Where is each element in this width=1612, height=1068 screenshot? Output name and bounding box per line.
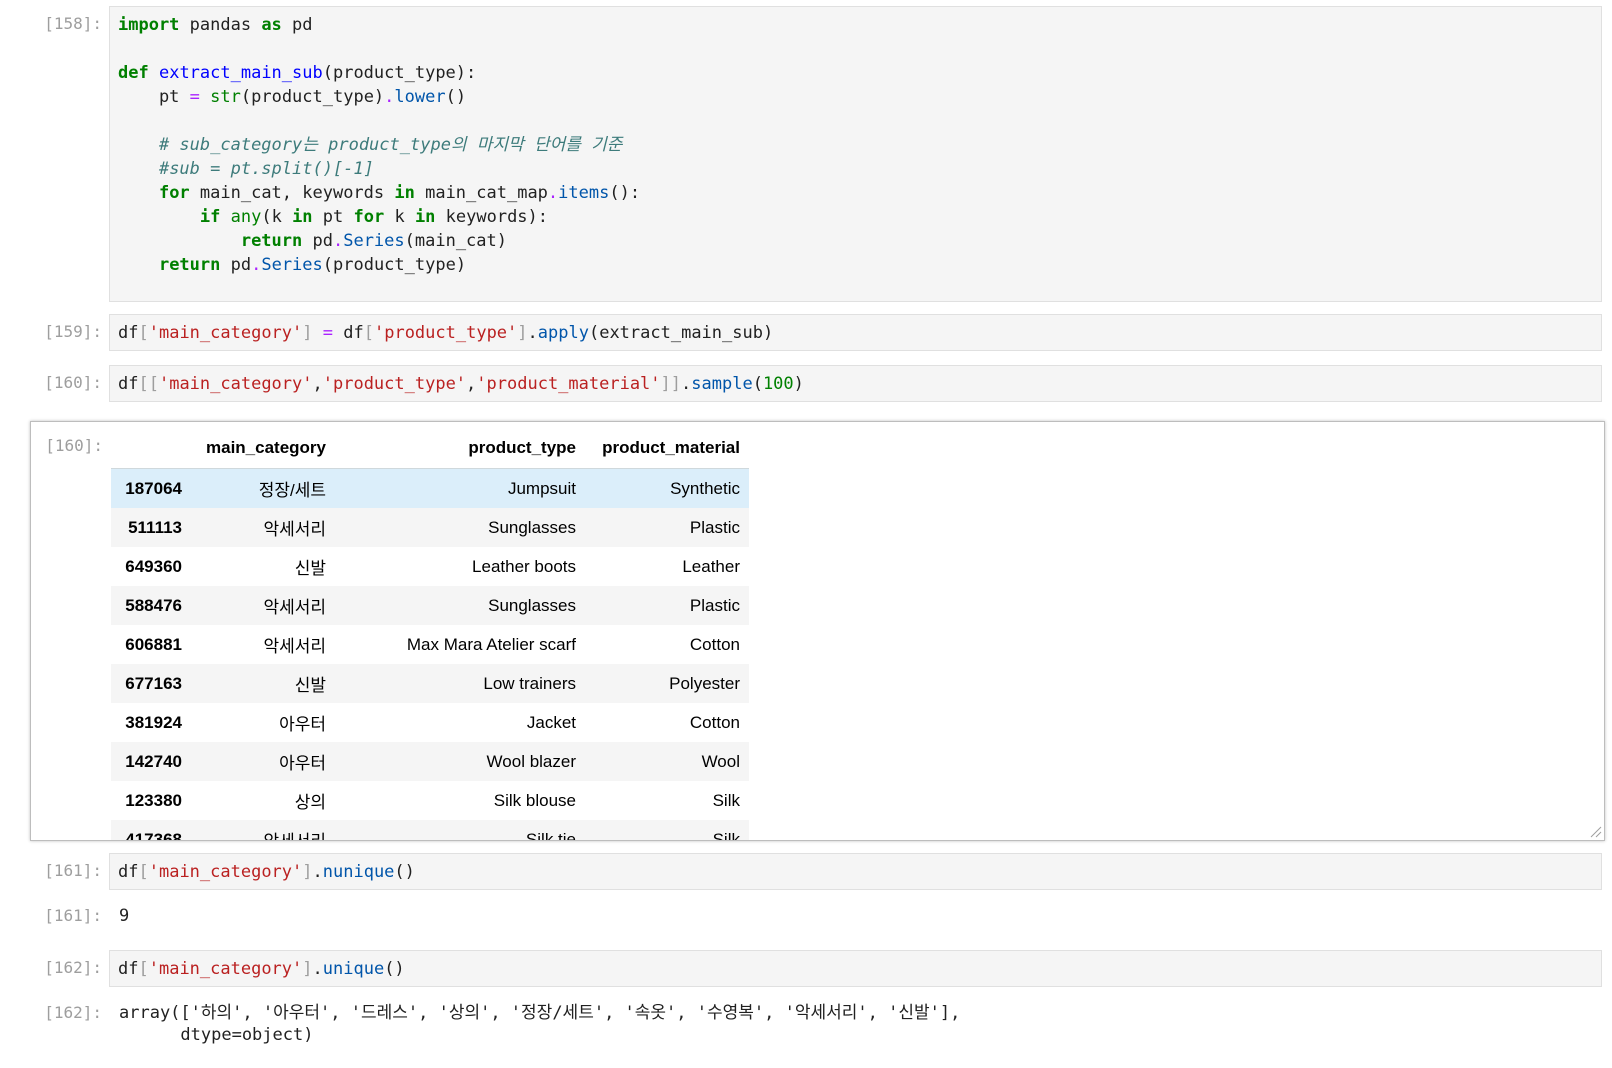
cell: Silk	[712, 829, 740, 841]
cell: 악세서리	[263, 598, 326, 617]
output-text-161: 9	[119, 906, 130, 926]
row-index: 381924	[125, 712, 182, 732]
cell: Wool	[701, 751, 740, 771]
cell: Silk tie	[525, 829, 576, 841]
row-index: 417368	[125, 829, 182, 841]
code-cell-161[interactable]: df['main_category'].nunique()	[109, 853, 1602, 890]
cell: 아우터	[279, 754, 326, 773]
table-row[interactable]: 123380 상의 Silk blouse Silk	[111, 781, 749, 820]
table-row[interactable]: 677163 신발 Low trainers Polyester	[111, 664, 749, 703]
cell: Jacket	[526, 712, 576, 732]
table-header-row: main_category product_type product_mater…	[111, 428, 749, 469]
cell-prompt-161: [161]:	[44, 861, 102, 880]
table-row[interactable]: 511113 악세서리 Sunglasses Plastic	[111, 508, 749, 547]
cell-prompt-158: [158]:	[44, 14, 102, 33]
output-text-162-line2: dtype=object)	[119, 1025, 314, 1045]
row-index: 123380	[125, 790, 182, 810]
cell: Sunglasses	[488, 595, 576, 615]
table-row[interactable]: 381924 아우터 Jacket Cotton	[111, 703, 749, 742]
cell: Cotton	[689, 712, 740, 732]
row-index: 588476	[125, 595, 182, 615]
cell: 아우터	[279, 715, 326, 734]
code-text: df[['main_category','product_type','prod…	[118, 374, 804, 394]
cell: 악세서리	[191, 820, 335, 840]
row-index: 187064	[125, 478, 182, 498]
cell: Leather boots	[472, 556, 576, 576]
table-row[interactable]: 142740 아우터 Wool blazer Wool	[111, 742, 749, 781]
column-header: product_material	[602, 438, 740, 457]
output-text-162-line1: array(['하의', '아우터', '드레스', '상의', '정장/세트'…	[119, 1003, 961, 1023]
code-text: df['main_category'].nunique()	[118, 862, 415, 882]
output-prompt-161: [161]:	[44, 906, 102, 925]
row-index: 142740	[125, 751, 182, 771]
cell: Max Mara Atelier scarf	[406, 634, 576, 654]
dataframe-table: main_category product_type product_mater…	[111, 428, 749, 841]
table-row[interactable]: 606881 악세서리 Max Mara Atelier scarf Cotto…	[111, 625, 749, 664]
code-cell-158[interactable]: import pandas as pd def extract_main_sub…	[109, 6, 1602, 302]
output-area-160[interactable]: [160]: main_category product_type produc…	[30, 421, 1605, 841]
cell: 신발	[294, 559, 326, 578]
resize-handle-icon[interactable]	[1588, 824, 1602, 838]
code-cell-160[interactable]: df[['main_category','product_type','prod…	[109, 365, 1602, 402]
table-row[interactable]: 588476 악세서리 Sunglasses Plastic	[111, 586, 749, 625]
cell: Plastic	[689, 517, 740, 537]
cell: Cotton	[689, 634, 740, 654]
code-text: df['main_category'].unique()	[118, 959, 405, 979]
cell-prompt-159: [159]:	[44, 322, 102, 341]
cell-prompt-162: [162]:	[44, 958, 102, 977]
row-index: 511113	[128, 517, 182, 537]
cell: 악세서리	[263, 520, 326, 539]
cell: 신발	[294, 676, 326, 695]
cell: 악세서리	[263, 637, 326, 656]
cell: 상의	[294, 793, 326, 812]
cell: Low trainers	[483, 673, 576, 693]
cell: Plastic	[689, 595, 740, 615]
cell: Silk blouse	[493, 790, 576, 810]
row-index: 677163	[125, 673, 182, 693]
index-header	[111, 428, 191, 469]
row-index: 649360	[125, 556, 182, 576]
code-text: df['main_category'] = df['product_type']…	[118, 323, 774, 343]
table-row[interactable]: 187064 정장/세트 Jumpsuit Synthetic	[111, 468, 749, 508]
code-cell-162[interactable]: df['main_category'].unique()	[109, 950, 1602, 987]
code-cell-159[interactable]: df['main_category'] = df['product_type']…	[109, 314, 1602, 351]
output-prompt-162: [162]:	[44, 1003, 102, 1022]
cell: Silk	[712, 790, 740, 810]
cell-prompt-160: [160]:	[44, 373, 102, 392]
column-header: main_category	[206, 438, 326, 457]
table-row[interactable]: 417368 악세서리 Silk tie Silk	[111, 820, 749, 841]
output-prompt-160: [160]:	[45, 436, 103, 455]
column-header: product_type	[468, 438, 576, 457]
cell: Synthetic	[670, 478, 740, 498]
cell: 정장/세트	[258, 481, 326, 500]
cell: Polyester	[669, 673, 740, 693]
row-index: 606881	[125, 634, 182, 654]
cell: Sunglasses	[488, 517, 576, 537]
cell: Jumpsuit	[507, 478, 576, 498]
cell: Wool blazer	[486, 751, 576, 771]
table-row[interactable]: 649360 신발 Leather boots Leather	[111, 547, 749, 586]
code-text: import pandas as pd def extract_main_sub…	[118, 15, 641, 275]
cell: Leather	[682, 556, 740, 576]
